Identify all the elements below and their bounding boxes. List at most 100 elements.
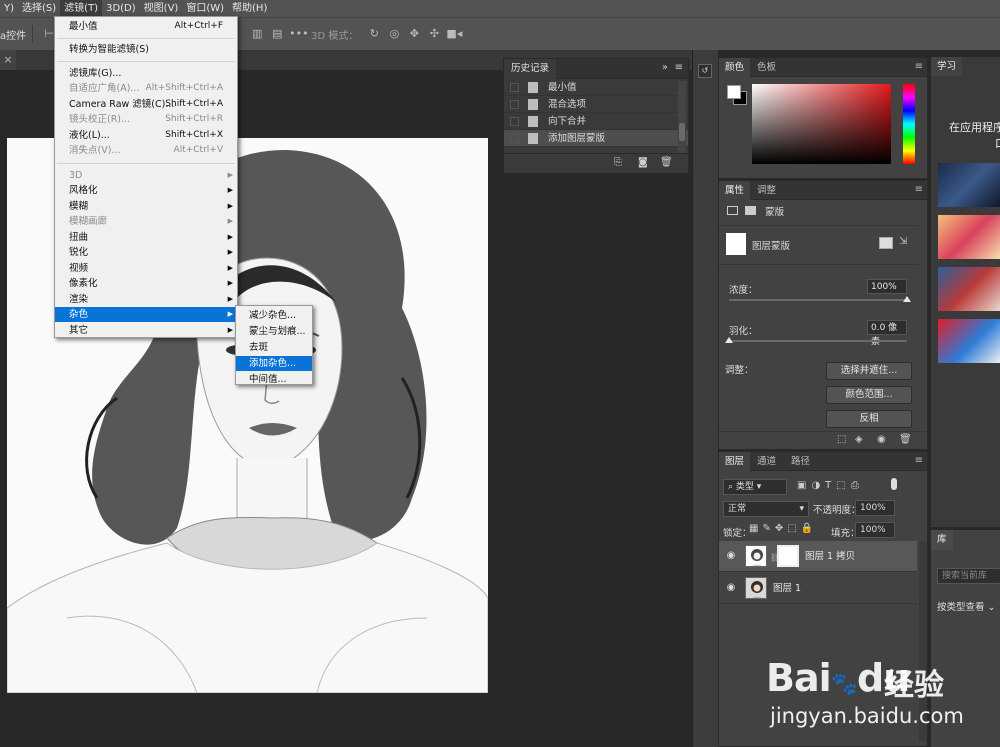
panel-menu-icon[interactable]: ≡ [915,61,923,72]
tutorial-thumbnail[interactable] [938,215,1000,259]
menu-help[interactable]: 帮助(H) [228,0,271,17]
panel-menu-icon[interactable]: ≡ [915,455,923,466]
select-mask-icon[interactable] [879,237,893,249]
history-source-checkbox[interactable] [510,117,519,126]
distribute-icon[interactable]: ▥ [249,27,265,41]
menu-view[interactable]: 视图(V) [140,0,183,17]
pan-3d-icon[interactable]: ✥ [406,27,422,41]
fill-field[interactable]: 100% [855,522,895,538]
submenu-distort[interactable]: 扭曲 ▶ [55,230,237,245]
tab-swatches[interactable]: 色板 [751,58,782,77]
tab-properties[interactable]: 属性 [719,181,751,200]
menu-item-filter-gallery[interactable]: 滤镜库(G)... [55,66,237,81]
trash-icon[interactable]: 🗑 [660,157,673,168]
more-options-icon[interactable]: ••• [289,27,308,41]
history-dock-icon[interactable]: ↺ [698,64,712,78]
layer-name[interactable]: 图层 1 [773,573,801,604]
feather-slider-handle[interactable] [725,337,733,343]
invert-button[interactable]: 反相 [826,410,912,428]
layer-thumbnail[interactable] [745,545,767,567]
menu-3d[interactable]: 3D(D) [102,0,140,17]
history-row[interactable]: 最小值 [504,79,688,96]
layer-row[interactable]: ◉ ⛓ 图层 1 拷贝 [719,541,917,572]
layer-filter-dropdown[interactable]: ⌕ 类型 ▾ [723,479,787,495]
menu-item-lens-correction[interactable]: 镜头校正(R)... Shift+Ctrl+R [55,112,237,127]
close-icon[interactable]: × [0,50,16,70]
menu-item-last-filter[interactable]: 最小值 Alt+Ctrl+F [55,19,237,34]
layer-filter-icons[interactable]: ▣◑T⬚⎙ [797,480,864,491]
tab-channels[interactable]: 通道 [751,452,782,471]
tutorial-thumbnail[interactable] [938,163,1000,207]
tab-history[interactable]: 历史记录 [504,59,557,79]
layer-row[interactable]: ◉ 图层 1 [719,573,917,604]
menu-item-despeckle[interactable]: 去斑 [236,340,312,355]
color-range-button[interactable]: 颜色范围... [826,386,912,404]
vector-mask-icon[interactable] [745,206,757,215]
menu-item-add-noise[interactable]: 添加杂色... [236,356,312,371]
panel-menu-icon[interactable]: ≡ [915,184,923,195]
lock-icons[interactable]: ▦✎✥⬚🔒 [749,523,817,534]
menu-item-dust-and-scratches[interactable]: 蒙尘与划痕... [236,324,312,339]
menu-item-median[interactable]: 中间值... [236,372,312,387]
tab-learn[interactable]: 学习 [931,57,963,76]
submenu-video[interactable]: 视频 ▶ [55,261,237,276]
distribute-center-icon[interactable]: ▤ [269,27,285,41]
tab-adjustments[interactable]: 调整 [751,181,782,200]
apply-mask-icon[interactable]: ◈ [855,434,863,445]
tab-color[interactable]: 颜色 [719,58,751,77]
roll-3d-icon[interactable]: ◎ [386,27,402,41]
submenu-noise[interactable]: 杂色 ▶ [55,307,237,322]
menu-select[interactable]: 选择(S) [18,0,60,17]
density-slider-handle[interactable] [903,296,911,302]
opacity-field[interactable]: 100% [855,500,895,516]
submenu-other[interactable]: 其它 ▶ [55,323,237,338]
eye-icon[interactable]: ◉ [877,434,886,445]
tab-library[interactable]: 库 [931,530,953,550]
color-picker-field[interactable] [752,84,891,164]
submenu-sharpen[interactable]: 锐化 ▶ [55,245,237,260]
submenu-blur-gallery[interactable]: 模糊画廊 ▶ [55,214,237,229]
library-search-input[interactable]: 搜索当前库 [937,568,1000,584]
foreground-color-swatch[interactable] [727,85,741,99]
scrollbar-thumb[interactable] [679,123,685,141]
submenu-render[interactable]: 渲染 ▶ [55,292,237,307]
tutorial-thumbnail[interactable] [938,267,1000,311]
feather-slider[interactable] [729,340,907,342]
density-field[interactable]: 100% [867,279,907,294]
feather-field[interactable]: 0.0 像素 [867,320,907,347]
slide-3d-icon[interactable]: ✣ [426,27,442,41]
hue-slider[interactable] [903,84,915,164]
history-row[interactable]: 向下合并 [504,113,688,130]
submenu-stylize[interactable]: 风格化 ▶ [55,183,237,198]
panel-menu-icon[interactable]: ≡ [675,62,683,73]
tab-layers[interactable]: 图层 [719,452,751,471]
menu-item-reduce-noise[interactable]: 减少杂色... [236,308,312,323]
eye-icon[interactable]: ◉ [725,550,737,562]
pixel-mask-icon[interactable] [727,206,738,215]
load-selection-icon[interactable]: ⬚ [837,434,846,445]
history-row[interactable]: 混合选项 [504,96,688,113]
submenu-3d[interactable]: 3D ▶ [55,168,237,183]
history-row[interactable]: 添加图层蒙版 [504,130,688,147]
menu-item-camera-raw[interactable]: Camera Raw 滤镜(C)... Shift+Ctrl+A [55,97,237,112]
history-scrollbar[interactable] [678,81,686,153]
menu-item-vanishing-point[interactable]: 消失点(V)... Alt+Ctrl+V [55,143,237,158]
new-document-from-state-icon[interactable]: ⎘ [614,157,622,168]
layer-name[interactable]: 图层 1 拷贝 [805,541,855,572]
camera-snapshot-icon[interactable]: ◙ [638,157,648,168]
collapse-icon[interactable]: » [662,62,668,73]
trash-icon[interactable]: 🗑 [899,434,912,445]
tab-paths[interactable]: 路径 [785,452,816,471]
menu-select-tail[interactable]: Y) [0,0,18,17]
orbit-3d-icon[interactable]: ↻ [366,27,382,41]
tutorial-thumbnail[interactable] [938,319,1000,363]
layer-thumbnail[interactable] [745,577,767,599]
eye-icon[interactable]: ◉ [725,582,737,594]
scale-3d-icon[interactable]: ■◂ [446,27,462,41]
history-source-checkbox[interactable] [510,100,519,109]
blend-mode-dropdown[interactable]: 正常 ▾ [723,501,809,517]
density-slider[interactable] [729,299,907,301]
layer-mask-thumbnail[interactable] [777,545,799,567]
menu-filter[interactable]: 滤镜(T) [60,0,103,17]
history-source-checkbox[interactable] [510,83,519,92]
